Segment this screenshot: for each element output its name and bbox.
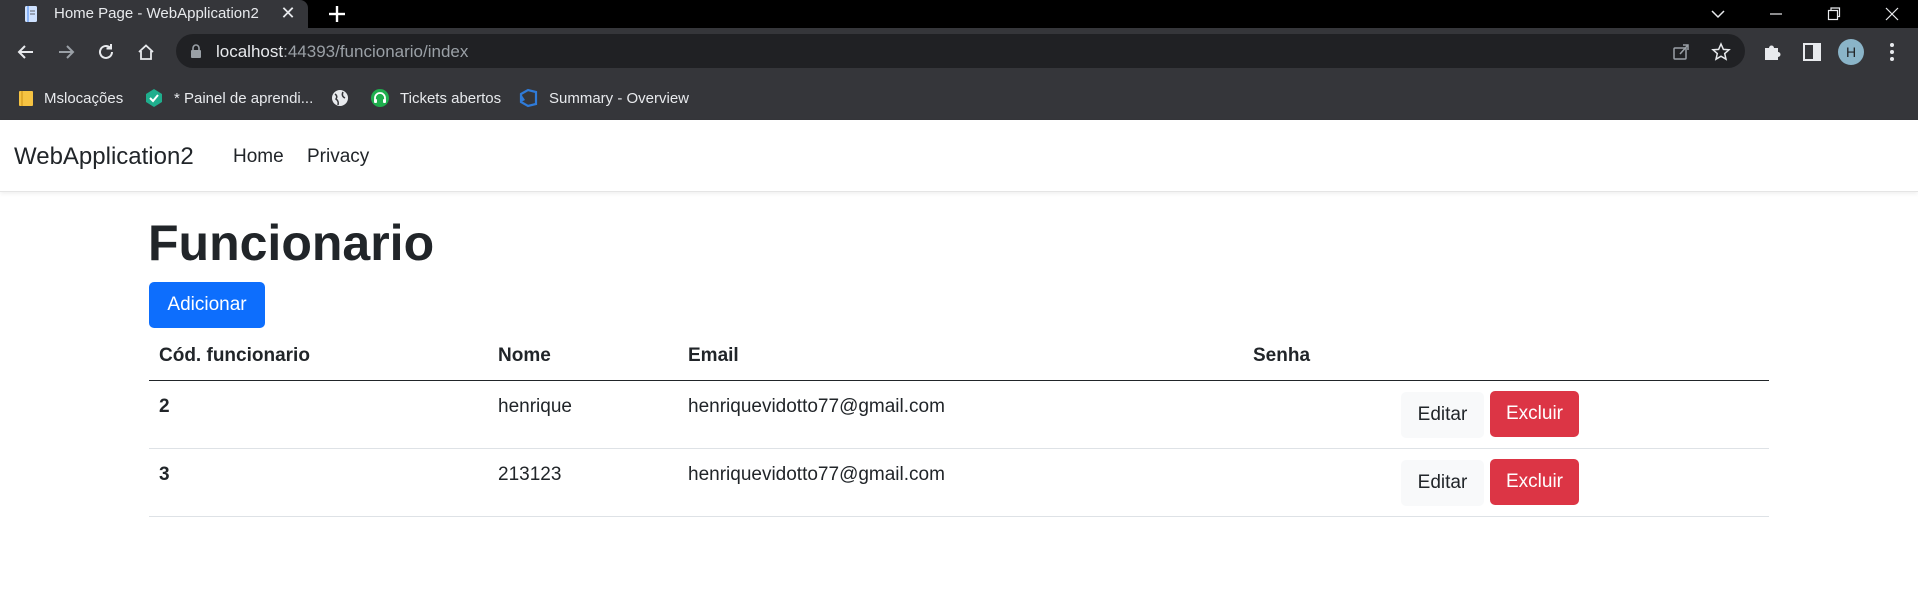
- bookmark-label: Tickets abertos: [400, 89, 502, 107]
- azure-devops-icon: [519, 88, 538, 108]
- profile-avatar[interactable]: H: [1838, 39, 1864, 65]
- learning-icon: [146, 89, 162, 107]
- table-row: 2 henrique henriquevidotto77@gmail.com E…: [149, 381, 1769, 449]
- browser-tab-active[interactable]: Home Page - WebApplication2 ✕: [0, 0, 308, 28]
- url-path: :44393/funcionario/index: [283, 42, 469, 61]
- column-header-senha: Senha: [1253, 345, 1311, 366]
- page-title: Funcionario: [148, 215, 435, 271]
- bookmark-label: Mslocações: [44, 89, 124, 107]
- bookmark-star-icon[interactable]: [1711, 42, 1731, 62]
- home-icon[interactable]: [132, 38, 160, 66]
- cell-cod: 3: [159, 464, 170, 485]
- delete-button[interactable]: Excluir: [1490, 459, 1579, 505]
- cell-email: henriquevidotto77@gmail.com: [688, 464, 945, 485]
- tab-search-chevron-icon[interactable]: [1694, 0, 1740, 28]
- column-header-nome: Nome: [498, 345, 551, 366]
- column-header-email: Email: [688, 345, 739, 366]
- delete-button[interactable]: Excluir: [1490, 391, 1579, 437]
- lock-icon[interactable]: [190, 44, 202, 63]
- bookmark-label: * Painel de aprendi...: [174, 89, 314, 107]
- tab-title: Home Page - WebApplication2: [54, 5, 259, 22]
- cell-nome: henrique: [498, 396, 572, 417]
- tab-close-icon[interactable]: ✕: [278, 3, 298, 23]
- page-favicon-icon: [22, 5, 40, 23]
- reload-icon[interactable]: [92, 38, 120, 66]
- extensions-puzzle-icon[interactable]: [1760, 40, 1784, 64]
- bookmark-summary-overview[interactable]: Summary - Overview: [519, 86, 689, 110]
- bookmark-painel-aprendizado[interactable]: * Painel de aprendi...: [144, 86, 313, 110]
- cell-email: henriquevidotto77@gmail.com: [688, 396, 945, 417]
- minimize-icon[interactable]: [1752, 0, 1798, 28]
- headset-icon: [371, 89, 389, 107]
- new-tab-plus-icon[interactable]: [324, 1, 350, 27]
- browser-toolbar: localhost:44393/funcionario/index H: [0, 28, 1918, 75]
- share-icon[interactable]: [1671, 42, 1691, 62]
- bookmark-label: Summary - Overview: [549, 89, 690, 107]
- menu-kebab-icon[interactable]: [1880, 40, 1904, 64]
- bookmark-mslocacoes[interactable]: Mslocações: [18, 86, 123, 110]
- edit-button[interactable]: Editar: [1401, 460, 1484, 506]
- close-window-icon[interactable]: [1868, 0, 1914, 28]
- cell-nome: 213123: [498, 464, 562, 485]
- site-navbar: WebApplication2 Home Privacy: [0, 120, 1918, 192]
- table-row: 3 213123 henriquevidotto77@gmail.com Edi…: [149, 449, 1769, 517]
- add-button[interactable]: Adicionar: [149, 282, 265, 328]
- back-arrow-icon[interactable]: [12, 38, 40, 66]
- bookmarks-bar: Mslocações * Painel de aprendi... Ticket…: [0, 75, 1918, 120]
- side-panel-icon[interactable]: [1800, 40, 1824, 64]
- restore-icon[interactable]: [1810, 0, 1856, 28]
- navbar-brand[interactable]: WebApplication2: [14, 143, 194, 171]
- bookmark-tickets-abertos[interactable]: Tickets abertos: [370, 86, 501, 110]
- address-url[interactable]: localhost:44393/funcionario/index: [216, 42, 468, 62]
- nav-link-home[interactable]: Home: [233, 146, 284, 168]
- globe-icon: [332, 90, 348, 106]
- column-header-cod: Cód. funcionario: [159, 345, 310, 366]
- forward-arrow-icon[interactable]: [52, 38, 80, 66]
- address-bar[interactable]: localhost:44393/funcionario/index: [176, 34, 1745, 68]
- cell-cod: 2: [159, 396, 170, 417]
- folder-icon: [19, 91, 33, 106]
- nav-link-privacy[interactable]: Privacy: [307, 146, 369, 168]
- url-host: localhost: [216, 42, 284, 61]
- browser-tab-strip: Home Page - WebApplication2 ✕: [0, 0, 1918, 28]
- edit-button[interactable]: Editar: [1401, 392, 1484, 438]
- bookmark-globe[interactable]: [331, 86, 359, 110]
